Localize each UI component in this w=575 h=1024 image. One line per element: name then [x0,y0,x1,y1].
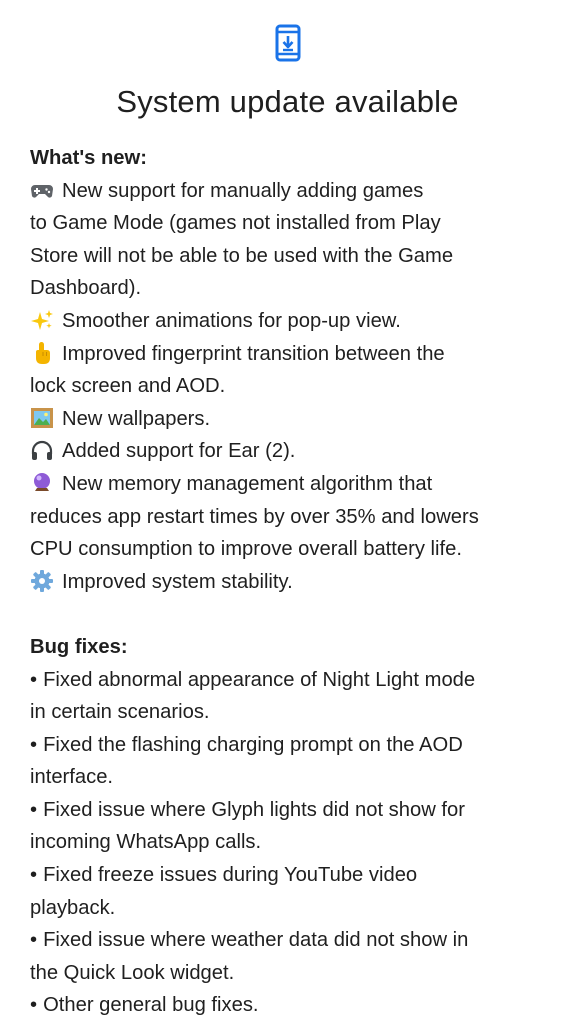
whats-new-item: Smoother animations for pop-up view. [30,305,560,338]
bullet: • [30,929,38,952]
bullet: • [30,864,38,887]
bug-fix-item: • Fixed abnormal appearance of Night Ligh… [30,668,476,724]
pointing-finger-icon [36,341,50,364]
page-title: System update available [116,84,459,119]
whats-new-item: Improved fingerprint transition between … [30,341,445,398]
bug-fix-item: • Fixed freeze issues during YouTube vide… [30,864,418,919]
whats-new-item: Improved system stability. [30,566,560,599]
release-notes: What's new: New support for manually add… [30,142,560,1022]
bug-fix-item: • Fixed issue where Glyph lights did not … [30,798,465,854]
whats-new-item: Added support for Ear (2). [30,435,560,468]
whats-new-item: New memory management algorithm that red… [30,472,479,561]
bug-fix-item: • Other general bug fixes. [30,994,259,1017]
bullet: • [30,994,38,1017]
bug-fixes-heading: Bug fixes: [30,635,128,658]
whats-new-heading: What's new: [30,147,147,169]
whats-new-item: New wallpapers. [30,403,560,436]
bug-fix-item: • Fixed issue where weather data did not … [30,929,469,984]
bullet: • [30,733,38,756]
whats-new-item: New support for manually adding games to… [30,179,454,300]
headphones-icon [31,441,53,461]
game-controller-icon [31,184,53,198]
sparkles-icon [31,309,53,330]
gear-icon [31,569,53,592]
bullet: • [30,668,38,691]
framed-picture-icon [31,407,53,428]
system-update-icon [275,24,301,62]
bug-fix-item: • Fixed the flashing charging prompt on t… [30,733,463,789]
crystal-ball-icon [34,472,50,491]
bullet: • [30,798,38,821]
